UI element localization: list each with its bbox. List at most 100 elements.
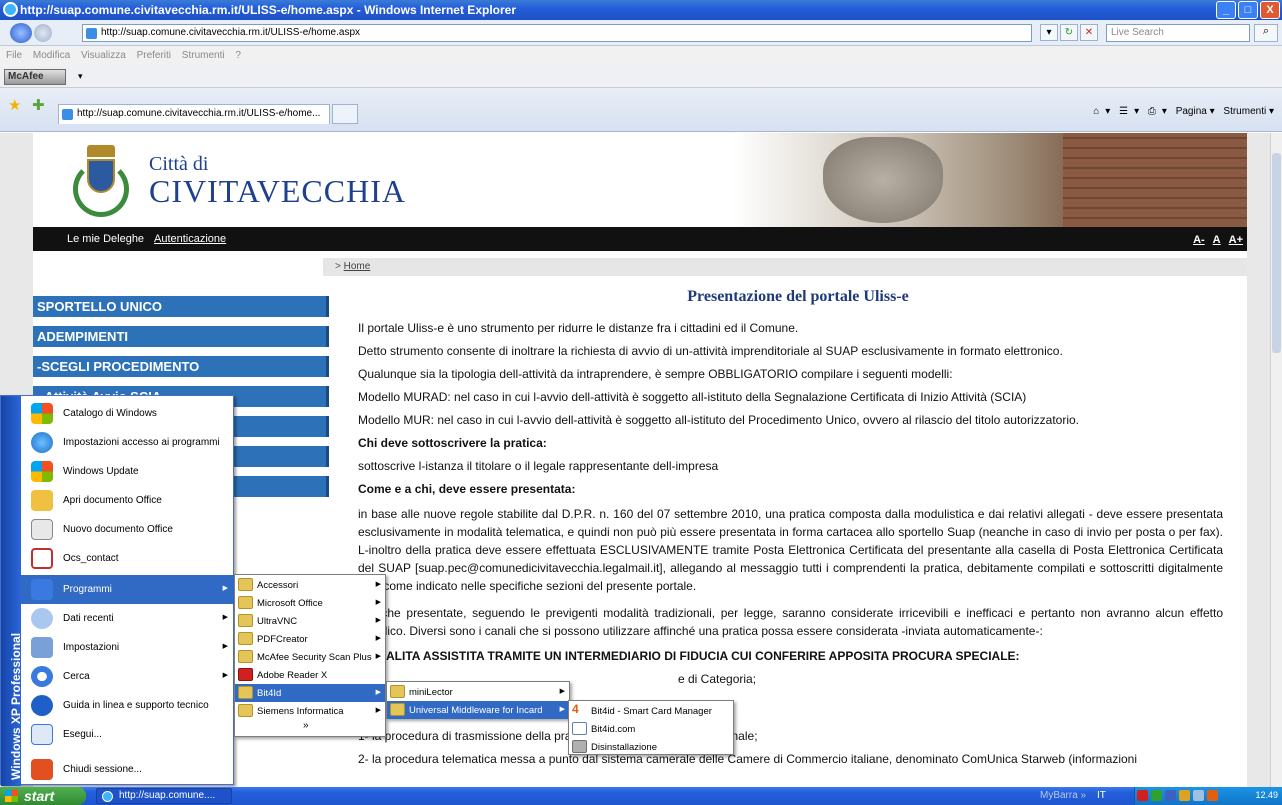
magnifier-icon[interactable]: ⌕ (1254, 24, 1278, 42)
site-banner: Città di CIVITAVECCHIA (33, 133, 1247, 227)
start-menu: Windows XP Professional Catalogo di Wind… (0, 395, 234, 786)
start-item-esegui[interactable]: Esegui... (21, 720, 234, 749)
mybarra-toolbar[interactable]: MyBarra » (1040, 790, 1086, 801)
breadcrumb-home[interactable]: Home (344, 261, 371, 272)
font-larger-link[interactable]: A+ (1229, 234, 1243, 246)
add-favorite-icon[interactable]: ✚ (32, 96, 45, 114)
font-size-controls: A- A A+ (1185, 234, 1243, 246)
tab-bar: ★ ✚ http://suap.comune.civitavecchia.rm.… (0, 88, 1282, 132)
heading-come: Come e a chi, deve essere presentata: (358, 482, 576, 496)
incard-smart-card-manager[interactable]: 4 Bit4id - Smart Card Manager (569, 702, 733, 720)
taskbar: start http://suap.comune.... MyBarra » I… (0, 787, 1282, 805)
menu-help[interactable]: ? (235, 50, 241, 61)
nav-deleghe[interactable]: Le mie Deleghe (67, 233, 144, 245)
windows-catalog-icon (31, 403, 53, 424)
print-icon[interactable]: ⎙ ▾ (1148, 106, 1167, 117)
start-item-catalogo[interactable]: Catalogo di Windows (21, 399, 234, 428)
refresh-icon[interactable]: ↻ (1060, 24, 1078, 41)
start-item-impostazioni-accesso[interactable]: Impostazioni accesso ai programmi (21, 428, 234, 457)
menu-visualizza[interactable]: Visualizza (81, 50, 126, 61)
font-normal-link[interactable]: A (1213, 234, 1221, 246)
maximize-button[interactable]: □ (1238, 1, 1258, 19)
search-input[interactable]: Live Search (1106, 24, 1250, 42)
page-menu-button[interactable]: Pagina ▾ (1176, 106, 1215, 117)
favorites-star-icon[interactable]: ★ (8, 96, 21, 114)
minimize-button[interactable]: _ (1216, 1, 1236, 19)
recent-docs-icon (31, 608, 53, 629)
prog-ultravnc[interactable]: UltraVNC ▶ (235, 612, 385, 630)
back-arrow-icon[interactable] (10, 23, 32, 43)
side-item-scegli[interactable]: -SCEGLI PROCEDIMENTO (33, 356, 329, 377)
new-tab-button[interactable] (332, 104, 358, 124)
tab-title: http://suap.comune.civitavecchia.rm.it/U… (77, 108, 321, 119)
tray-security-icon[interactable] (1179, 790, 1190, 801)
start-item-guida[interactable]: Guida in linea e supporto tecnico (21, 691, 234, 720)
prog-adobe[interactable]: Adobe Reader X (235, 666, 385, 684)
start-button[interactable]: start (0, 787, 86, 805)
tray-mcafee-icon[interactable] (1137, 790, 1148, 801)
web-link-icon (572, 722, 587, 735)
close-button[interactable]: X (1260, 1, 1280, 19)
incard-bit4id-com[interactable]: Bit4id.com (569, 720, 733, 738)
nav-autenticazione[interactable]: Autenticazione (154, 233, 226, 245)
mcafee-button[interactable]: McAfee (4, 69, 66, 85)
url-input[interactable]: http://suap.comune.civitavecchia.rm.it/U… (82, 24, 1032, 42)
incard-disinstallazione[interactable]: Disinstallazione (569, 738, 733, 756)
tray-volume-icon[interactable] (1193, 790, 1204, 801)
uninstall-icon (572, 740, 587, 753)
folder-icon (238, 596, 253, 609)
address-bar: http://suap.comune.civitavecchia.rm.it/U… (0, 20, 1282, 46)
menu-file[interactable]: File (6, 50, 22, 61)
tab-current[interactable]: http://suap.comune.civitavecchia.rm.it/U… (58, 104, 330, 124)
start-item-cerca[interactable]: Cerca ▶ (21, 662, 234, 691)
ie-icon (3, 2, 18, 17)
top-nav: Le mie Deleghe Autenticazione A- A A+ (33, 227, 1247, 251)
prog-bit4id[interactable]: Bit4Id ▶ (235, 684, 385, 702)
tray-vnc-icon[interactable] (1165, 790, 1176, 801)
taskbar-ie-window[interactable]: http://suap.comune.... (96, 788, 232, 804)
prog-mcafee[interactable]: McAfee Security Scan Plus ▶ (235, 648, 385, 666)
tray-network-icon[interactable] (1151, 790, 1162, 801)
command-bar: ⌂ ▾ ☰ ▾ ⎙ ▾ Pagina ▾ Strumenti ▾ (1087, 106, 1274, 117)
paragraph: Modello MURAD: nel caso in cui l-avvio d… (358, 390, 1027, 404)
page-scrollbar[interactable] (1270, 133, 1282, 787)
expand-chevron-icon[interactable]: » (303, 720, 309, 731)
page-title: Presentazione del portale Uliss-e (687, 288, 909, 305)
forward-arrow-icon[interactable] (34, 24, 52, 42)
menu-strumenti[interactable]: Strumenti (182, 50, 225, 61)
start-item-apri-office[interactable]: Apri documento Office (21, 486, 234, 515)
menu-modifica[interactable]: Modifica (33, 50, 70, 61)
prog-pdfcreator[interactable]: PDFCreator ▶ (235, 630, 385, 648)
bit4id-incard[interactable]: Universal Middleware for Incard ▶ (387, 701, 569, 719)
tray-bit4id-icon[interactable] (1207, 790, 1218, 801)
feeds-icon[interactable]: ☰ ▾ (1119, 106, 1139, 117)
language-indicator[interactable]: IT (1097, 790, 1106, 801)
start-item-programmi[interactable]: Programmi ▶ (21, 575, 234, 604)
paragraph: 1- la procedura di trasmissione della pr… (358, 729, 758, 743)
dropdown-icon[interactable]: ▾ (1040, 24, 1058, 41)
paragraph: Detto strumento consente di inoltrare la… (358, 344, 1063, 358)
side-item-sportello[interactable]: SPORTELLO UNICO (33, 296, 329, 317)
mcafee-dropdown-icon[interactable]: ▾ (78, 71, 83, 82)
prog-siemens[interactable]: Siemens Informatica ▶ (235, 702, 385, 720)
start-item-dati-recenti[interactable]: Dati recenti ▶ (21, 604, 234, 633)
start-item-nuovo-office[interactable]: Nuovo documento Office (21, 515, 234, 544)
address-actions: ▾ ↻ ✕ (1040, 24, 1106, 42)
stop-icon[interactable]: ✕ (1080, 24, 1098, 41)
windows-flag-icon (5, 790, 18, 802)
prog-accessori[interactable]: Accessori ▶ (235, 576, 385, 594)
font-smaller-link[interactable]: A- (1193, 234, 1205, 246)
start-item-windows-update[interactable]: Windows Update (21, 457, 234, 486)
start-item-impostazioni[interactable]: Impostazioni ▶ (21, 633, 234, 662)
tools-menu-button[interactable]: Strumenti ▾ (1223, 106, 1274, 117)
start-item-chiudi-sessione[interactable]: Chiudi sessione... (21, 755, 234, 784)
paragraph: pratiche presentate, seguendo le previge… (358, 606, 1223, 638)
bit4id-minilector[interactable]: miniLector ▶ (387, 683, 569, 701)
paragraph: Qualunque sia la tipologia dell-attività… (358, 367, 953, 381)
start-item-ocs[interactable]: Ocs_contact (21, 544, 234, 573)
prog-office[interactable]: Microsoft Office ▶ (235, 594, 385, 612)
paragraph: Il portale Uliss-e è uno strumento per r… (358, 321, 799, 335)
home-icon[interactable]: ⌂ ▾ (1093, 106, 1110, 117)
side-item-adempimenti[interactable]: ADEMPIMENTI (33, 326, 329, 347)
menu-preferiti[interactable]: Preferiti (137, 50, 171, 61)
